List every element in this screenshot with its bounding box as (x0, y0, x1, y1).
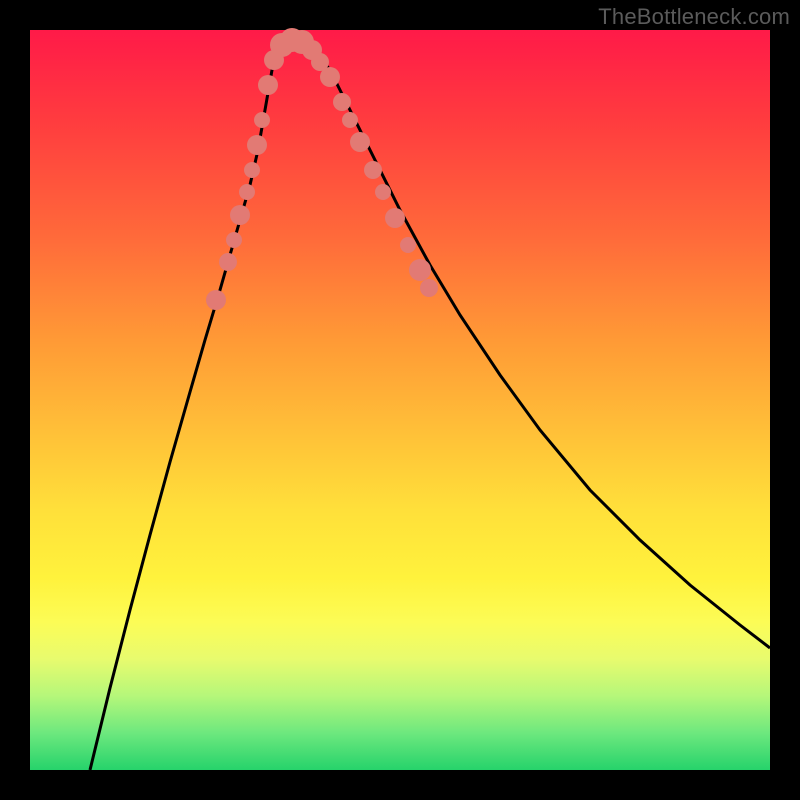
bottleneck-curve (90, 40, 770, 770)
curve-marker (226, 232, 242, 248)
curve-marker (244, 162, 260, 178)
curve-marker (420, 279, 438, 297)
curve-marker (409, 259, 431, 281)
curve-marker (254, 112, 270, 128)
curve-markers (206, 28, 438, 310)
curve-marker (342, 112, 358, 128)
chart-svg (30, 30, 770, 770)
curve-marker (219, 253, 237, 271)
chart-frame: TheBottleneck.com (0, 0, 800, 800)
curve-marker (258, 75, 278, 95)
curve-marker (350, 132, 370, 152)
curve-marker (385, 208, 405, 228)
curve-marker (320, 67, 340, 87)
curve-marker (333, 93, 351, 111)
curve-marker (364, 161, 382, 179)
curve-marker (375, 184, 391, 200)
curve-marker (247, 135, 267, 155)
curve-marker (400, 237, 416, 253)
chart-plot-area (30, 30, 770, 770)
curve-marker (206, 290, 226, 310)
watermark-text: TheBottleneck.com (598, 4, 790, 30)
curve-marker (239, 184, 255, 200)
curve-marker (230, 205, 250, 225)
